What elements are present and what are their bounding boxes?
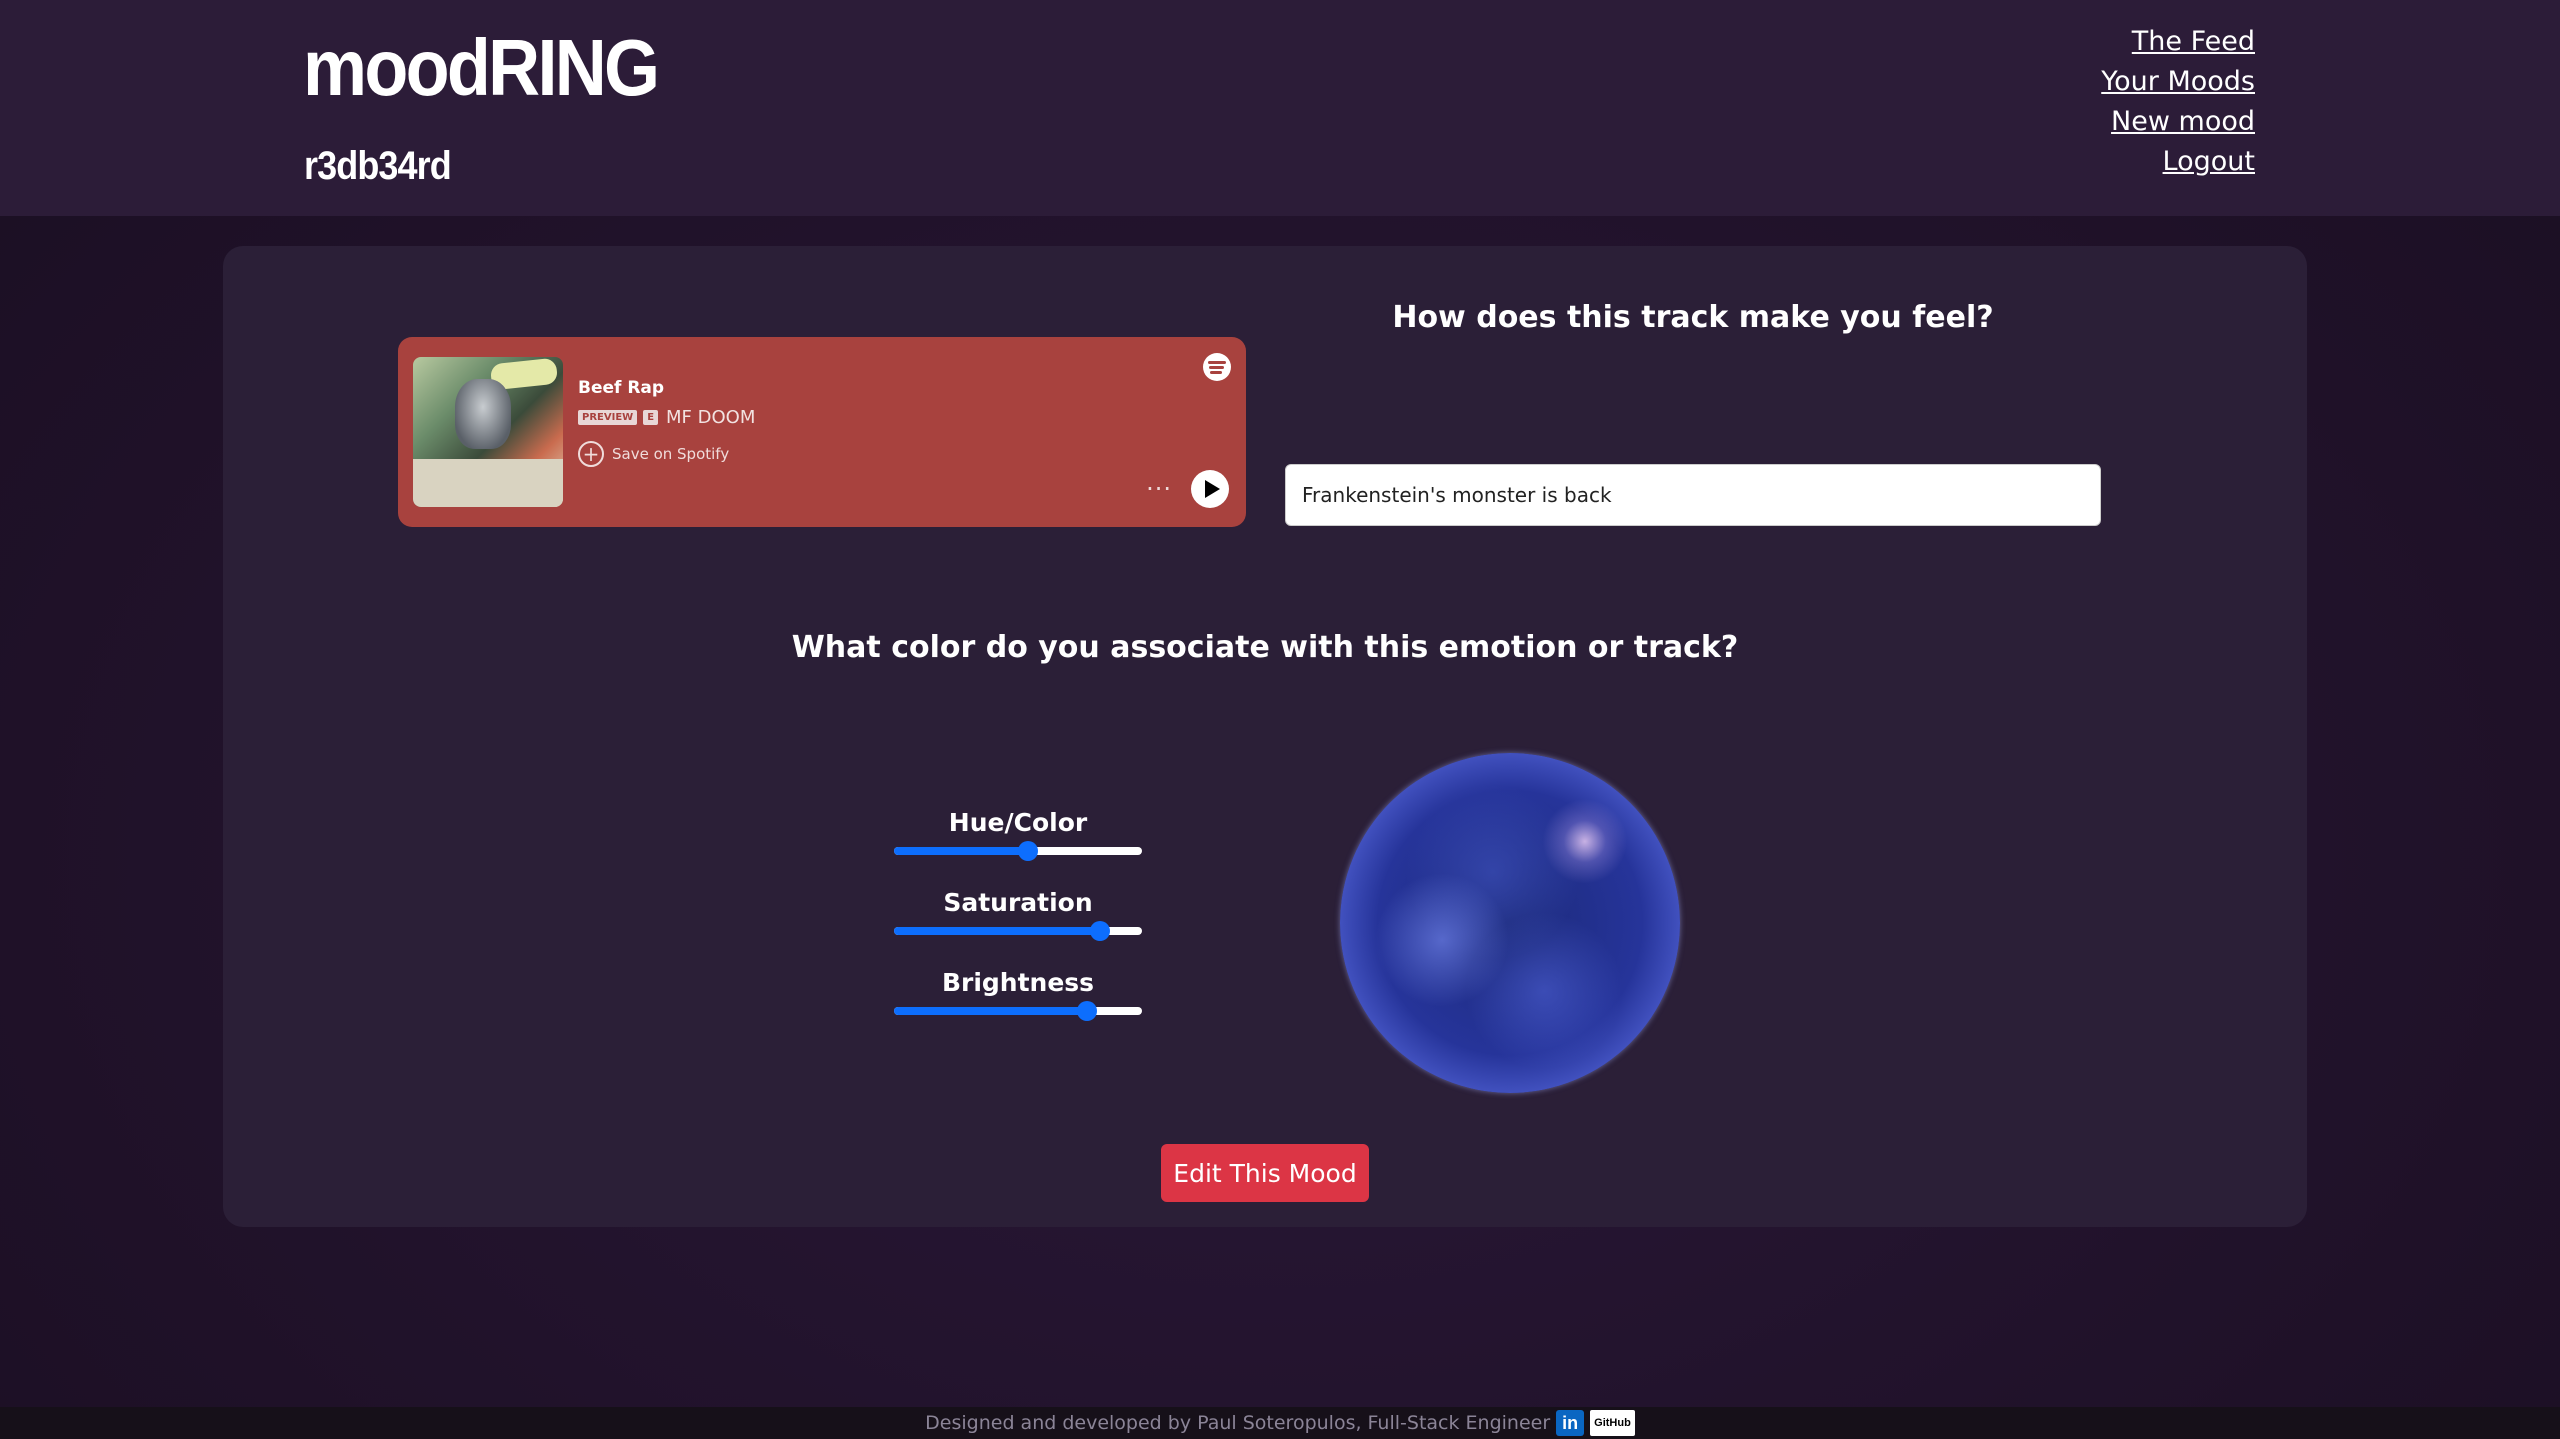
saturation-label: Saturation bbox=[943, 888, 1093, 917]
brightness-slider-track[interactable] bbox=[894, 1001, 1142, 1021]
saturation-slider-thumb[interactable] bbox=[1089, 921, 1110, 941]
preview-badge: PREVIEW bbox=[578, 410, 638, 425]
play-button[interactable] bbox=[1191, 470, 1229, 508]
color-question: What color do you associate with this em… bbox=[791, 630, 1739, 665]
brightness-slider: Brightness bbox=[894, 968, 1142, 1021]
save-on-spotify-button[interactable]: + Save on Spotify bbox=[578, 441, 729, 467]
brightness-label: Brightness bbox=[941, 968, 1095, 997]
mood-card: Beef Rap PREVIEW E MF DOOM + Save on Spo… bbox=[223, 246, 2307, 1227]
site-header: moodRING r3db34rd The Feed Your Moods Ne… bbox=[0, 0, 2560, 216]
artist-name[interactable]: MF DOOM bbox=[666, 407, 755, 428]
spotify-icon[interactable] bbox=[1203, 353, 1231, 381]
saturation-slider-track[interactable] bbox=[894, 921, 1142, 941]
nav-link-feed[interactable]: The Feed bbox=[2132, 25, 2255, 59]
nav-link-your-moods[interactable]: Your Moods bbox=[2101, 65, 2255, 99]
plus-circle-icon: + bbox=[578, 441, 604, 467]
github-icon[interactable]: GitHub bbox=[1590, 1410, 1635, 1436]
more-options-icon[interactable]: ··· bbox=[1146, 475, 1172, 503]
hue-slider-thumb[interactable] bbox=[1017, 841, 1038, 861]
saturation-slider: Saturation bbox=[894, 888, 1142, 941]
footer-credit: Designed and developed by Paul Soteropul… bbox=[925, 1412, 1551, 1434]
spotify-embed: Beef Rap PREVIEW E MF DOOM + Save on Spo… bbox=[398, 337, 1246, 527]
album-art[interactable] bbox=[413, 357, 563, 507]
nav-link-new-mood[interactable]: New mood bbox=[2111, 105, 2255, 139]
brightness-slider-thumb[interactable] bbox=[1077, 1001, 1098, 1021]
mood-orb bbox=[1340, 753, 1680, 1093]
track-title[interactable]: Beef Rap bbox=[578, 378, 664, 398]
hue-label: Hue/Color bbox=[948, 808, 1088, 837]
feel-input[interactable] bbox=[1285, 464, 2101, 526]
site-logo[interactable]: moodRING bbox=[303, 22, 660, 114]
username: r3db34rd bbox=[304, 144, 452, 188]
hue-slider: Hue/Color bbox=[894, 808, 1142, 861]
feel-question: How does this track make you feel? bbox=[1392, 300, 1994, 335]
hue-slider-track[interactable] bbox=[894, 841, 1142, 861]
edit-mood-button[interactable]: Edit This Mood bbox=[1161, 1144, 1369, 1202]
main-nav: The Feed Your Moods New mood Logout bbox=[2101, 25, 2255, 179]
track-badges: PREVIEW E MF DOOM bbox=[578, 407, 755, 428]
save-label: Save on Spotify bbox=[612, 445, 730, 463]
explicit-badge: E bbox=[643, 410, 659, 425]
nav-link-logout[interactable]: Logout bbox=[2163, 145, 2255, 179]
linkedin-icon[interactable]: in bbox=[1556, 1410, 1585, 1436]
site-footer: Designed and developed by Paul Soteropul… bbox=[0, 1407, 2560, 1439]
